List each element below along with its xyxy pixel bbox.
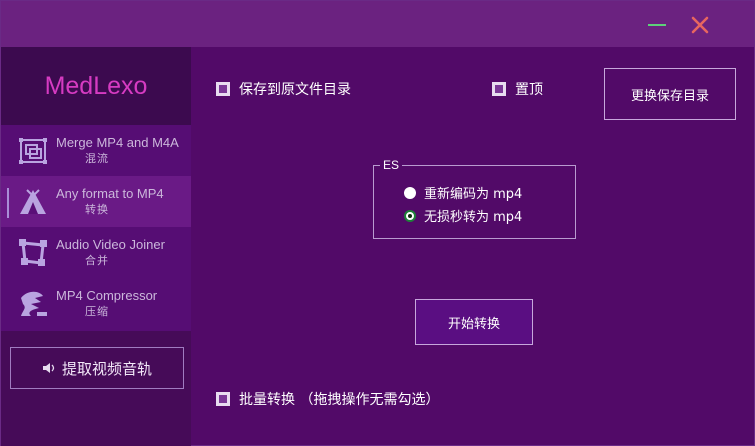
checkbox-box[interactable]	[492, 82, 506, 96]
extract-audio-label: 提取视频音轨	[61, 359, 152, 378]
merge-icon	[19, 138, 47, 164]
radio-lossless-label: 无损秒转为 mp4	[424, 210, 523, 225]
speaker-icon	[42, 363, 55, 373]
sidebar-item-sublabel: 压缩	[85, 305, 109, 318]
minimize-button[interactable]	[644, 13, 670, 37]
sidebar-item-sublabel: 合并	[85, 254, 109, 267]
radio-reencode-label: 重新编码为 mp4	[424, 187, 523, 202]
tent-icon	[20, 189, 46, 214]
minimize-icon	[648, 24, 666, 26]
sidebar-item-label: Merge MP4 and M4A	[56, 135, 179, 150]
change-save-dir-button[interactable]: 更换保存目录	[604, 68, 736, 120]
pin-top-checkbox[interactable]: 置顶	[492, 79, 543, 99]
close-icon	[691, 16, 709, 34]
sidebar-item-label: Audio Video Joiner	[56, 237, 165, 252]
frame-icon	[19, 239, 47, 266]
start-convert-button[interactable]: 开始转换	[415, 299, 533, 345]
radio-reencode[interactable]: 重新编码为 mp4	[404, 183, 522, 202]
sidebar: MedLexo Merge MP4 and M4A 混流 Any format …	[1, 47, 191, 446]
encoding-group: ES 重新编码为 mp4 无损秒转为 mp4	[373, 158, 576, 239]
checkbox-box[interactable]	[216, 392, 230, 406]
sidebar-item-sublabel: 混流	[85, 152, 109, 165]
sidebar-item-joiner[interactable]: Audio Video Joiner 合并	[1, 227, 191, 278]
group-label: ES	[380, 158, 403, 172]
sidebar-item-label: Any format to MP4	[56, 186, 164, 201]
sidebar-item-sublabel: 转换	[85, 203, 109, 216]
title-bar[interactable]	[1, 1, 754, 47]
save-to-original-checkbox[interactable]: 保存到原文件目录	[216, 79, 351, 99]
brand-logo: MedLexo	[1, 47, 191, 125]
sidebar-item-convert[interactable]: Any format to MP4 转换	[1, 176, 191, 227]
radio-button-selected[interactable]	[404, 209, 416, 222]
radio-button[interactable]	[404, 186, 416, 199]
sidebar-nav: Merge MP4 and M4A 混流 Any format to MP4 转…	[1, 125, 191, 331]
sidebar-item-compressor[interactable]: MP4 Compressor 压缩	[1, 278, 191, 329]
batch-convert-label: 批量转换 （拖拽操作无需勾选）	[239, 392, 440, 408]
save-to-original-label: 保存到原文件目录	[239, 82, 351, 98]
sidebar-item-label: MP4 Compressor	[56, 288, 158, 303]
app-window: MedLexo Merge MP4 and M4A 混流 Any format …	[0, 0, 755, 446]
sidebar-item-merge[interactable]: Merge MP4 and M4A 混流	[1, 125, 191, 176]
extract-audio-button[interactable]: 提取视频音轨	[10, 347, 184, 389]
close-button[interactable]	[687, 13, 713, 37]
checkbox-box[interactable]	[216, 82, 230, 96]
radio-lossless[interactable]: 无损秒转为 mp4	[404, 206, 522, 225]
compress-icon	[21, 291, 47, 316]
pin-top-label: 置顶	[515, 82, 543, 98]
active-indicator	[7, 188, 9, 218]
batch-convert-checkbox[interactable]: 批量转换 （拖拽操作无需勾选）	[216, 389, 439, 409]
